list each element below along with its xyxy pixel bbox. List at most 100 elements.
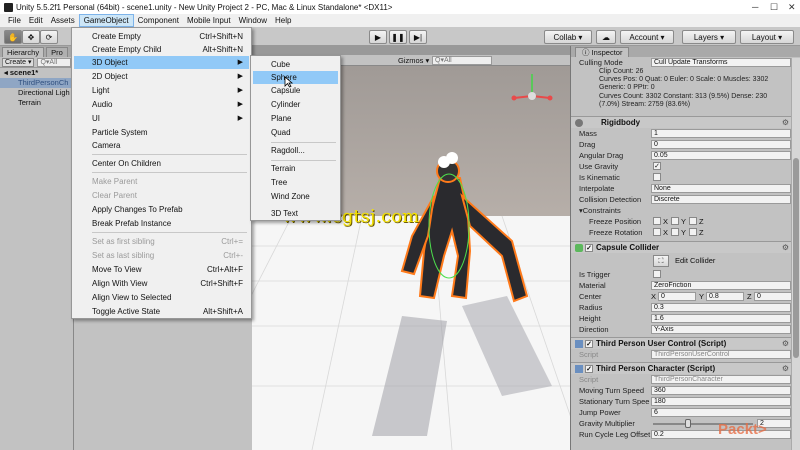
account-button[interactable]: Account ▾ bbox=[620, 30, 674, 44]
user-control-enable-checkbox[interactable]: ✓ bbox=[585, 340, 593, 348]
menu-edit[interactable]: Edit bbox=[25, 14, 47, 27]
user-control-script-field[interactable]: ThirdPersonUserControl bbox=[651, 350, 791, 359]
submenu-item-ragdoll[interactable]: Ragdoll... bbox=[253, 144, 338, 157]
submenu-item-capsule[interactable]: Capsule bbox=[253, 84, 338, 97]
menu-item-create-empty[interactable]: Create Empty Ctrl+Shift+N bbox=[74, 30, 249, 43]
menu-item-light[interactable]: Light ▶ bbox=[74, 84, 249, 97]
inspector-scrollbar[interactable] bbox=[791, 58, 800, 450]
menu-item-particle-system[interactable]: Particle System bbox=[74, 126, 249, 139]
menu-item-ui[interactable]: UI ▶ bbox=[74, 112, 249, 125]
use-gravity-checkbox[interactable]: ✓ bbox=[653, 162, 661, 170]
scene-root[interactable]: ◂ scene1* bbox=[0, 68, 73, 78]
freeze-pos-x-checkbox[interactable] bbox=[653, 217, 661, 225]
menu-help[interactable]: Help bbox=[271, 14, 295, 27]
freeze-pos-y-checkbox[interactable] bbox=[671, 217, 679, 225]
collab-button[interactable]: Collab ▾ bbox=[544, 30, 592, 44]
submenu-item-3d-text[interactable]: 3D Text bbox=[253, 207, 338, 220]
move-tool-button[interactable]: ✥ bbox=[22, 30, 40, 44]
center-z-field[interactable]: 0 bbox=[754, 292, 792, 301]
menu-item-apply-prefab[interactable]: Apply Changes To Prefab bbox=[74, 203, 249, 216]
freeze-pos-z-checkbox[interactable] bbox=[689, 217, 697, 225]
tab-hierarchy[interactable]: Hierarchy bbox=[2, 47, 45, 57]
is-kinematic-checkbox[interactable] bbox=[653, 173, 661, 181]
menu-mobile-input[interactable]: Mobile Input bbox=[183, 14, 235, 27]
slider-thumb[interactable] bbox=[685, 419, 691, 428]
material-field[interactable]: ZeroFriction bbox=[651, 281, 791, 290]
hierarchy-item[interactable]: Terrain bbox=[0, 98, 73, 108]
minimize-icon[interactable]: ─ bbox=[752, 2, 758, 12]
menu-item-align-with-view[interactable]: Align With View Ctrl+Shift+F bbox=[74, 277, 249, 290]
rotate-tool-button[interactable]: ⟳ bbox=[40, 30, 58, 44]
capsule-collider-header[interactable]: ✓ Capsule Collider ⚙ bbox=[571, 241, 793, 253]
user-control-header[interactable]: ✓ Third Person User Control (Script) ⚙ bbox=[571, 337, 793, 349]
gear-icon[interactable]: ⚙ bbox=[782, 242, 789, 254]
menu-item-break-prefab[interactable]: Break Prefab Instance bbox=[74, 217, 249, 230]
menu-item-3d-object[interactable]: 3D Object ▶ bbox=[74, 56, 249, 69]
is-trigger-checkbox[interactable] bbox=[653, 270, 661, 278]
menu-item-center-on-children[interactable]: Center On Children bbox=[74, 157, 249, 170]
freeze-rot-x-checkbox[interactable] bbox=[653, 228, 661, 236]
capsule-collider-enable-checkbox[interactable]: ✓ bbox=[585, 244, 593, 252]
collision-detection-dropdown[interactable]: Discrete bbox=[651, 195, 791, 204]
submenu-item-quad[interactable]: Quad bbox=[253, 126, 338, 139]
moving-turn-field[interactable]: 360 bbox=[651, 386, 791, 395]
scene-search-input[interactable]: Q▾All bbox=[432, 56, 492, 65]
menu-window[interactable]: Window bbox=[235, 14, 271, 27]
submenu-item-cylinder[interactable]: Cylinder bbox=[253, 98, 338, 111]
close-icon[interactable]: ✕ bbox=[788, 2, 796, 13]
submenu-item-wind-zone[interactable]: Wind Zone bbox=[253, 190, 338, 203]
edit-collider-button[interactable]: ⛶ bbox=[653, 255, 669, 267]
maximize-icon[interactable]: ☐ bbox=[770, 2, 778, 13]
play-button[interactable]: ▶ bbox=[369, 30, 387, 44]
submenu-item-tree[interactable]: Tree bbox=[253, 176, 338, 189]
radius-field[interactable]: 0.3 bbox=[651, 303, 791, 312]
drag-field[interactable]: 0 bbox=[651, 140, 791, 149]
character-enable-checkbox[interactable]: ✓ bbox=[585, 365, 593, 373]
height-field[interactable]: 1.6 bbox=[651, 314, 791, 323]
menu-component[interactable]: Component bbox=[134, 14, 183, 27]
submenu-item-sphere[interactable]: Sphere bbox=[253, 71, 338, 84]
menu-item-toggle-active[interactable]: Toggle Active State Alt+Shift+A bbox=[74, 305, 249, 318]
culling-mode-dropdown[interactable]: Cull Update Transforms bbox=[651, 58, 791, 67]
constraints-label[interactable]: ▾Constraints bbox=[579, 205, 621, 216]
center-x-field[interactable]: 0 bbox=[658, 292, 696, 301]
menu-item-audio[interactable]: Audio ▶ bbox=[74, 98, 249, 111]
stationary-turn-field[interactable]: 180 bbox=[651, 397, 791, 406]
hierarchy-item[interactable]: Directional Ligh bbox=[0, 88, 73, 98]
center-y-field[interactable]: 0.8 bbox=[706, 292, 744, 301]
freeze-rot-y-checkbox[interactable] bbox=[671, 228, 679, 236]
menu-item-move-to-view[interactable]: Move To View Ctrl+Alt+F bbox=[74, 263, 249, 276]
angular-drag-field[interactable]: 0.05 bbox=[651, 151, 791, 160]
hierarchy-item[interactable]: ThirdPersonCh bbox=[0, 78, 73, 88]
menu-item-camera[interactable]: Camera bbox=[74, 139, 249, 152]
scrollbar-thumb[interactable] bbox=[793, 158, 799, 358]
menu-item-align-view-to-selected[interactable]: Align View to Selected bbox=[74, 291, 249, 304]
character-script-field[interactable]: ThirdPersonCharacter bbox=[651, 375, 791, 384]
menu-assets[interactable]: Assets bbox=[47, 14, 79, 27]
submenu-item-cube[interactable]: Cube bbox=[253, 58, 338, 71]
hierarchy-search-input[interactable]: Q▾All bbox=[37, 57, 71, 67]
layers-button[interactable]: Layers ▾ bbox=[682, 30, 736, 44]
character-header[interactable]: ✓ Third Person Character (Script) ⚙ bbox=[571, 362, 793, 374]
submenu-item-terrain[interactable]: Terrain bbox=[253, 162, 338, 175]
jump-power-field[interactable]: 6 bbox=[651, 408, 791, 417]
direction-dropdown[interactable]: Y-Axis bbox=[651, 325, 791, 334]
gizmos-dropdown[interactable]: Gizmos ▾ bbox=[398, 56, 429, 65]
mass-field[interactable]: 1 bbox=[651, 129, 791, 138]
freeze-rot-z-checkbox[interactable] bbox=[689, 228, 697, 236]
pause-button[interactable]: ❚❚ bbox=[389, 30, 407, 44]
interpolate-dropdown[interactable]: None bbox=[651, 184, 791, 193]
menu-gameobject[interactable]: GameObject bbox=[78, 14, 134, 27]
tab-inspector[interactable]: ⓘ Inspector bbox=[575, 47, 630, 57]
hand-tool-button[interactable]: ✋ bbox=[4, 30, 22, 44]
tab-project[interactable]: Pro bbox=[46, 47, 68, 57]
menu-item-create-empty-child[interactable]: Create Empty Child Alt+Shift+N bbox=[74, 43, 249, 56]
menu-file[interactable]: File bbox=[4, 14, 25, 27]
submenu-item-plane[interactable]: Plane bbox=[253, 112, 338, 125]
cloud-button[interactable]: ☁ bbox=[596, 30, 616, 44]
rigidbody-header[interactable]: Rigidbody ⚙ bbox=[571, 116, 793, 128]
layout-button[interactable]: Layout ▾ bbox=[740, 30, 794, 44]
create-button[interactable]: Create ▾ bbox=[2, 57, 35, 67]
menu-item-2d-object[interactable]: 2D Object ▶ bbox=[74, 70, 249, 83]
step-button[interactable]: ▶| bbox=[409, 30, 427, 44]
